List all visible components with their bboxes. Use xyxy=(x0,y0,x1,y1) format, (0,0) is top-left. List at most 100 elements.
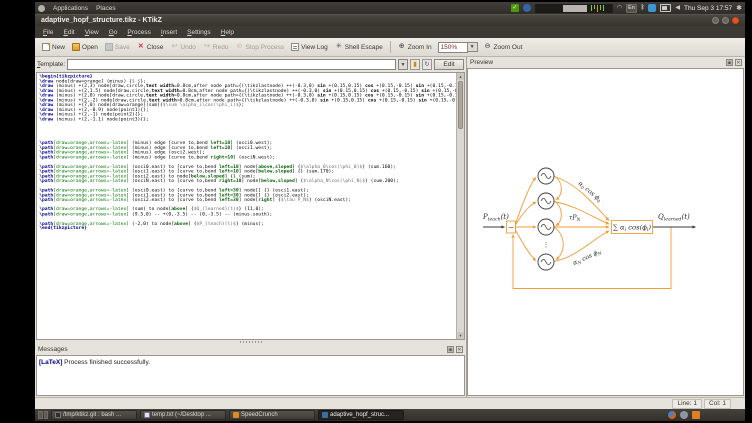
taskbar-item[interactable]: adaptive_hopf_struc... xyxy=(318,410,404,420)
code-editor[interactable]: \begin{tikzpicture}\draw node[draw=orang… xyxy=(36,72,465,340)
template-open-folder-icon[interactable]: ▮ xyxy=(410,59,420,70)
panel-menu-places[interactable]: Places xyxy=(92,4,120,13)
taskbar-item[interactable]: /tmp/ktikz.git : bash ... xyxy=(51,410,137,420)
battery-icon[interactable] xyxy=(660,4,671,12)
panel-menus: ApplicationsPlaces xyxy=(49,5,120,12)
zoom-combo-arrow-icon[interactable]: ▼ xyxy=(468,42,478,52)
edge-minus-osci1 xyxy=(516,202,537,225)
edge-minus-osci0 xyxy=(516,178,537,225)
menu-edit[interactable]: Edit xyxy=(59,28,80,37)
tikz-diagram: − ⋮ xyxy=(482,167,704,297)
scroll-down-arrow[interactable]: ▼ xyxy=(457,332,464,339)
code-line: \end{tikzpicture} xyxy=(39,226,465,231)
spectrum-bar xyxy=(600,5,601,10)
arc-osci2-osciN xyxy=(554,227,563,260)
system-tray: ✓ ◠ En ᛒ ◀ Thu Sep 3 17:57 ✱ xyxy=(511,4,742,13)
clock[interactable]: Thu Sep 3 17:57 xyxy=(684,5,732,12)
preview-header: Preview ▣ ✕ xyxy=(467,57,745,68)
package-icon[interactable] xyxy=(692,411,700,419)
view-log-button[interactable]: View Log xyxy=(288,41,331,53)
menu-insert[interactable]: Insert xyxy=(156,28,182,37)
open-button[interactable]: Open xyxy=(69,41,101,53)
menu-process[interactable]: Process xyxy=(122,28,156,37)
minimize-button[interactable] xyxy=(712,17,719,24)
template-edit-button[interactable]: Edit xyxy=(434,59,464,70)
taskbar-item-label: temp.txt (~/Desktop ... xyxy=(152,412,211,418)
horizontal-splitter[interactable] xyxy=(35,340,466,344)
template-reload-icon[interactable]: ↻ xyxy=(422,59,432,70)
messaging-icon[interactable] xyxy=(648,4,656,12)
monitor-block xyxy=(563,5,587,12)
desktop: ApplicationsPlaces ✓ ◠ En ᛒ ◀ Thu Sep 3 … xyxy=(35,2,745,421)
volume-icon[interactable]: ◀ xyxy=(675,4,680,12)
workspace-switcher[interactable] xyxy=(38,411,48,419)
menu-go[interactable]: Go xyxy=(104,28,123,37)
tau-label: τPN xyxy=(569,215,581,222)
top-panel: ApplicationsPlaces ✓ ◠ En ᛒ ◀ Thu Sep 3 … xyxy=(35,2,745,14)
toolbar: NewOpenSave✕Close↩Undo↪Redo⊘Stop Process… xyxy=(35,38,745,57)
zoom-level-combo[interactable]: 150%▼ xyxy=(438,42,478,53)
updates-ok-icon[interactable]: ✓ xyxy=(511,4,519,12)
bluetooth-icon[interactable]: ᛒ xyxy=(641,4,645,12)
redo-button: ↪Redo xyxy=(200,41,232,53)
shell-escape-button[interactable]: ✳Shell Escape xyxy=(332,41,386,53)
window-title: adaptive_hopf_structure.tikz - KTikZ xyxy=(41,17,162,24)
new-button[interactable]: New xyxy=(39,41,68,53)
distro-logo-icon[interactable] xyxy=(38,5,45,12)
open-label: Open xyxy=(82,44,98,51)
editor-scrollbar[interactable]: ▲ ▼ xyxy=(456,73,464,339)
spectrum-bar xyxy=(597,5,598,12)
session-gear-icon[interactable]: ✱ xyxy=(736,4,742,12)
template-row: Template: ▼ ▮ ↻ Edit xyxy=(35,57,466,72)
statusbar: Line: 1 Col: 1 xyxy=(35,397,745,409)
menu-file[interactable]: File xyxy=(38,28,59,37)
titlebar[interactable]: adaptive_hopf_structure.tikz - KTikZ xyxy=(35,14,745,26)
zoom-in-button[interactable]: ⊕Zoom In xyxy=(395,41,435,53)
alphaN-label: αN cos ϕN xyxy=(572,248,603,267)
zoom-out-button[interactable]: ⊖Zoom Out xyxy=(481,41,526,53)
globe-icon[interactable] xyxy=(680,411,688,419)
close-button[interactable] xyxy=(732,17,739,24)
save-button: Save xyxy=(102,41,133,53)
keyboard-layout-indicator[interactable]: En xyxy=(626,4,637,13)
indicator-icon[interactable] xyxy=(523,4,531,12)
menu-view[interactable]: View xyxy=(80,28,104,37)
bottom-taskbar: /tmp/ktikz.git : bash ... temp.txt (~/Des… xyxy=(35,409,745,421)
maximize-button[interactable] xyxy=(722,17,729,24)
taskbar-item-label: adaptive_hopf_struc... xyxy=(330,412,389,418)
zoom-in-label: Zoom In xyxy=(408,44,432,51)
firefox-icon[interactable] xyxy=(668,411,676,419)
scrollbar-thumb[interactable] xyxy=(458,81,463,129)
editor-pane: Template: ▼ ▮ ↻ Edit \begin{tikzpicture}… xyxy=(35,57,467,397)
preview-title: Preview xyxy=(470,59,493,66)
template-input[interactable] xyxy=(67,59,396,70)
zoomin-icon: ⊕ xyxy=(398,43,406,51)
stop-process-label: Stop Process xyxy=(245,44,284,51)
messages-close-icon[interactable]: ✕ xyxy=(456,346,463,353)
close-label: Close xyxy=(147,44,164,51)
messages-box: [LaTeX] Process finished successfully. xyxy=(36,355,465,396)
close-icon: ✕ xyxy=(137,43,145,51)
edge-osci1-sum xyxy=(554,202,609,225)
calc-icon xyxy=(233,412,239,418)
preview-float-icon[interactable]: ▣ xyxy=(726,59,733,66)
menu-settings[interactable]: Settings xyxy=(182,28,216,37)
window-buttons xyxy=(712,17,739,24)
taskbar-item[interactable]: temp.txt (~/Desktop ... xyxy=(140,410,226,420)
wifi-icon[interactable]: ◠ xyxy=(617,4,622,12)
taskbar-item[interactable]: SpeedCrunch xyxy=(229,410,315,420)
taskbar-items: /tmp/ktikz.git : bash ... temp.txt (~/Des… xyxy=(51,410,404,420)
zoom-level-value[interactable]: 150% xyxy=(438,42,468,53)
menu-help[interactable]: Help xyxy=(216,28,239,37)
preview-pane: Preview ▣ ✕ xyxy=(467,57,745,397)
spectrum-bar xyxy=(594,5,595,9)
template-dropdown-arrow[interactable]: ▼ xyxy=(398,59,408,70)
close-button[interactable]: ✕Close xyxy=(134,41,167,53)
messages-float-icon[interactable]: ▣ xyxy=(447,346,454,353)
viewlog-icon xyxy=(291,43,299,51)
scroll-up-arrow[interactable]: ▲ xyxy=(457,73,464,80)
panel-menu-applications[interactable]: Applications xyxy=(49,4,92,13)
open-icon xyxy=(72,43,80,51)
system-monitor-applet[interactable] xyxy=(535,4,613,13)
preview-close-icon[interactable]: ✕ xyxy=(735,59,742,66)
